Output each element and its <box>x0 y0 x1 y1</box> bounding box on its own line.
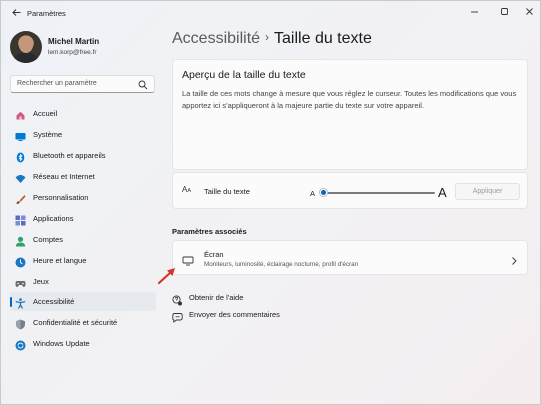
help-icon <box>172 293 183 306</box>
title-bar: Paramètres <box>1 1 540 29</box>
close-icon[interactable] <box>516 4 541 22</box>
sidebar-item-systeme[interactable]: Système <box>10 125 156 144</box>
apply-button[interactable]: Appliquer <box>455 183 520 200</box>
user-email: lem.korp@free.fr <box>48 49 97 56</box>
slider-thumb[interactable] <box>319 189 327 196</box>
sidebar-item-label: Réseau et Internet <box>33 172 95 181</box>
search-placeholder: Rechercher un paramètre <box>17 80 97 87</box>
ecran-settings-link[interactable]: Écran Moniteurs, luminosité, éclairage n… <box>172 240 528 275</box>
ecran-title: Écran <box>204 250 224 259</box>
sidebar-item-label: Système <box>33 130 63 139</box>
sidebar-item-label: Accueil <box>33 109 58 118</box>
avatar[interactable] <box>10 31 42 63</box>
window-title: Paramètres <box>27 9 66 18</box>
sidebar-item-windows-update[interactable]: Windows Update <box>10 334 156 353</box>
sidebar-item-accueil[interactable]: Accueil <box>10 104 156 123</box>
chevron-right-icon <box>510 253 518 265</box>
wifi-icon <box>15 171 26 183</box>
sidebar-item-label: Comptes <box>33 235 64 244</box>
avatar-face <box>19 37 33 53</box>
sidebar-item-label: Applications <box>33 214 74 223</box>
text-size-icon: AA <box>182 185 191 194</box>
help-link-label: Obtenir de l'aide <box>189 293 244 302</box>
sidebar-item-jeux[interactable]: Jeux <box>10 272 156 291</box>
sidebar-item-bluetooth[interactable]: Bluetooth et appareils <box>10 146 156 165</box>
breadcrumb-separator: › <box>265 30 270 44</box>
feedback-icon <box>172 310 183 323</box>
text-size-label: Taille du texte <box>204 187 250 196</box>
text-size-icon-small: A <box>187 188 192 194</box>
preview-title: Aperçu de la taille du texte <box>182 69 306 81</box>
sidebar-item-label: Jeux <box>33 277 49 286</box>
breadcrumb-parent[interactable]: Accessibilité <box>172 30 260 47</box>
time-language-icon <box>15 255 26 268</box>
sidebar-item-confidentialite[interactable]: Confidentialité et sécurité <box>10 313 156 332</box>
active-indicator <box>10 297 12 307</box>
search-input[interactable]: Rechercher un paramètre <box>10 75 155 93</box>
search-icon[interactable] <box>137 78 149 90</box>
maximize-icon[interactable] <box>491 4 517 22</box>
slider-max-label: A <box>438 185 447 200</box>
sidebar-item-label: Accessibilité <box>33 297 75 306</box>
related-settings-heading: Paramètres associés <box>172 227 247 236</box>
system-icon <box>15 129 26 141</box>
shield-icon <box>15 317 26 330</box>
sidebar-item-heure-langue[interactable]: Heure et langue <box>10 251 156 270</box>
settings-window: Paramètres Michel Martin lem.korp@free.f… <box>0 0 541 405</box>
home-icon <box>15 108 26 120</box>
arrow-left-icon[interactable] <box>9 7 23 21</box>
sidebar-item-reseau[interactable]: Réseau et Internet <box>10 167 156 186</box>
minimize-icon[interactable] <box>461 4 487 22</box>
brush-icon <box>15 192 26 204</box>
user-name: Michel Martin <box>48 37 100 46</box>
sidebar-item-label: Windows Update <box>33 339 90 348</box>
feedback-link-label: Envoyer des commentaires <box>189 310 280 319</box>
accessibility-icon <box>15 296 26 309</box>
sidebar-item-accessibilite[interactable]: Accessibilité <box>10 292 156 311</box>
apps-icon <box>15 213 26 226</box>
text-size-card: AA Taille du texte A A Appliquer <box>172 172 528 209</box>
ecran-subtitle: Moniteurs, luminosité, éclairage nocturn… <box>204 261 359 268</box>
gamepad-icon <box>15 276 26 287</box>
accounts-icon <box>15 234 26 247</box>
windows-update-icon <box>15 338 26 351</box>
sidebar-item-personnalisation[interactable]: Personnalisation <box>10 188 156 207</box>
bluetooth-icon <box>15 150 26 163</box>
sidebar-item-comptes[interactable]: Comptes <box>10 230 156 249</box>
sidebar-item-label: Confidentialité et sécurité <box>33 318 118 327</box>
slider-min-label: A <box>310 189 316 198</box>
preview-card: Aperçu de la taille du texte La taille d… <box>172 59 528 170</box>
sidebar-item-label: Bluetooth et appareils <box>33 151 106 160</box>
preview-body: La taille de ces mots change à mesure qu… <box>182 89 517 110</box>
breadcrumb: Accessibilité › Taille du texte <box>172 30 372 48</box>
sidebar-item-applications[interactable]: Applications <box>10 209 156 228</box>
avatar-body <box>13 53 39 63</box>
monitor-icon <box>182 253 194 266</box>
sidebar-item-label: Personnalisation <box>33 193 89 202</box>
text-size-slider[interactable] <box>323 192 435 194</box>
page-title: Taille du texte <box>274 30 372 47</box>
annotation-arrow <box>156 265 178 285</box>
sidebar-item-label: Heure et langue <box>33 256 87 265</box>
